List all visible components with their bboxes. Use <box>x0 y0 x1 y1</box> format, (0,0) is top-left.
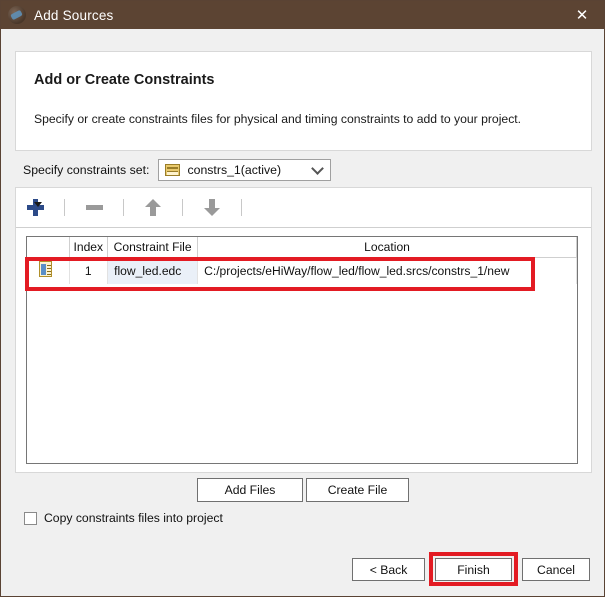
add-files-button[interactable]: Add Files <box>197 478 303 502</box>
finish-button[interactable]: Finish <box>435 558 512 581</box>
add-sources-dialog: Add Sources ✕ Add or Create Constraints … <box>0 0 605 597</box>
app-logo-icon <box>8 6 26 24</box>
files-toolbar <box>16 188 591 228</box>
constraints-set-label: Specify constraints set: <box>23 163 150 177</box>
toolbar-separator <box>123 199 124 216</box>
toolbar-separator <box>241 199 242 216</box>
cancel-button[interactable]: Cancel <box>522 558 590 581</box>
column-header-index[interactable]: Index <box>69 237 109 258</box>
constraints-set-row: Specify constraints set: constrs_1(activ… <box>23 159 332 181</box>
column-header-icon[interactable] <box>27 237 70 258</box>
move-down-button[interactable] <box>193 192 231 224</box>
copy-constraints-label: Copy constraints files into project <box>44 511 223 525</box>
table-row[interactable]: 1 flow_led.edc C:/projects/eHiWay/flow_l… <box>27 257 577 284</box>
header-panel: Add or Create Constraints Specify or cre… <box>15 51 592 151</box>
toolbar-separator <box>182 199 183 216</box>
folder-icon <box>165 164 181 176</box>
copy-constraints-row: Copy constraints files into project <box>24 511 223 525</box>
add-source-button[interactable] <box>16 192 54 224</box>
row-file-type-cell <box>27 257 70 284</box>
move-up-button[interactable] <box>134 192 172 224</box>
table-header-row: Index Constraint File Location <box>27 237 577 258</box>
toolbar-separator <box>64 199 65 216</box>
back-button[interactable]: < Back <box>352 558 425 581</box>
window-title: Add Sources <box>34 7 114 23</box>
create-file-button[interactable]: Create File <box>306 478 409 502</box>
row-constraint-file: flow_led.edc <box>107 257 199 284</box>
column-header-constraint-file[interactable]: Constraint File <box>107 237 199 258</box>
minus-icon <box>85 205 103 210</box>
constraints-set-value: constrs_1(active) <box>187 163 282 177</box>
constraint-files-table[interactable]: Index Constraint File Location 1 flow_le… <box>26 236 578 464</box>
arrow-down-icon <box>204 199 220 216</box>
title-bar: Add Sources ✕ <box>1 1 604 29</box>
caret-down-icon <box>34 201 42 207</box>
remove-source-button[interactable] <box>75 192 113 224</box>
page-subtitle: Specify or create constraints files for … <box>34 112 522 126</box>
constraint-file-icon <box>39 261 52 278</box>
row-location: C:/projects/eHiWay/flow_led/flow_led.src… <box>197 257 577 284</box>
page-title: Add or Create Constraints <box>34 72 215 88</box>
arrow-up-icon <box>145 199 161 216</box>
constraints-set-dropdown[interactable]: constrs_1(active) <box>158 159 332 181</box>
column-header-location[interactable]: Location <box>197 237 577 258</box>
files-panel: Index Constraint File Location 1 flow_le… <box>15 187 592 473</box>
row-index: 1 <box>69 257 109 284</box>
close-icon[interactable]: ✕ <box>560 1 604 29</box>
chevron-down-icon <box>311 162 325 175</box>
copy-constraints-checkbox[interactable] <box>24 511 37 525</box>
